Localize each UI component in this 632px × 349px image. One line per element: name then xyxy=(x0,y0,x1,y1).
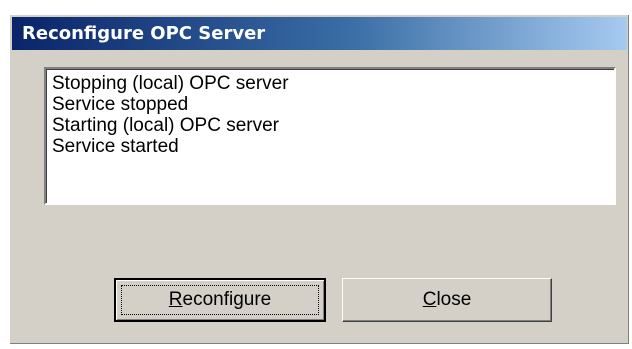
reconfigure-button-label: Reconfigure xyxy=(169,289,271,311)
status-log-list[interactable]: Stopping (local) OPC server Service stop… xyxy=(44,67,616,205)
reconfigure-dialog: Reconfigure OPC Server Stopping (local) … xyxy=(9,14,629,344)
close-label-rest: lose xyxy=(436,289,472,310)
close-button-label: Close xyxy=(423,289,472,311)
reconfigure-label-rest: econfigure xyxy=(182,289,272,310)
reconfigure-button[interactable]: Reconfigure xyxy=(114,278,326,322)
close-accelerator-key: C xyxy=(422,289,437,310)
close-button[interactable]: Close xyxy=(342,278,552,322)
log-line: Service started xyxy=(52,136,179,157)
log-line: Starting (local) OPC server xyxy=(52,115,280,136)
log-line: Stopping (local) OPC server xyxy=(52,73,289,94)
reconfigure-accelerator-key: R xyxy=(168,289,183,310)
title-bar[interactable]: Reconfigure OPC Server xyxy=(12,17,627,50)
log-line: Service stopped xyxy=(52,94,189,115)
window-title: Reconfigure OPC Server xyxy=(22,23,266,44)
